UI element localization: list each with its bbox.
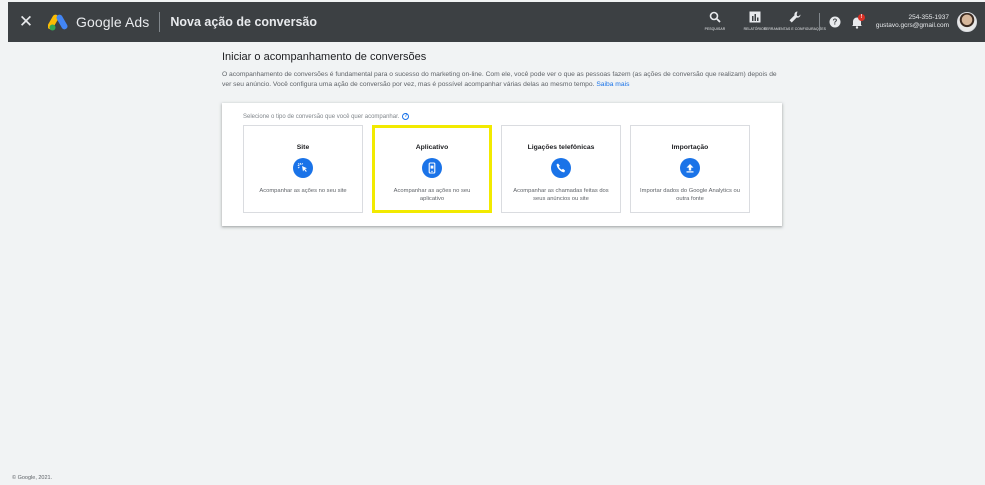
option-website[interactable]: Site Acompanhar as ações no seu site <box>243 125 363 213</box>
divider <box>818 13 820 31</box>
option-description: Importar dados do Google Analytics ou ou… <box>640 188 740 202</box>
phone-icon <box>551 158 571 178</box>
search-tool-label: PESQUISAR <box>704 27 726 31</box>
tools-settings-label: FERRAMENTAS E CONFIGURAÇÕES <box>763 27 827 31</box>
section-description: O acompanhamento de conversões é fundame… <box>222 70 782 89</box>
search-tool-button[interactable]: PESQUISAR <box>695 2 735 42</box>
option-title: Site <box>296 144 310 151</box>
tools-settings-button[interactable]: FERRAMENTAS E CONFIGURAÇÕES <box>764 2 826 42</box>
top-app-bar: ✕ Google Ads Nova ação de conversão PESQ… <box>8 2 985 42</box>
divider <box>159 12 161 32</box>
wrench-icon <box>788 10 802 24</box>
learn-more-link[interactable]: Saiba mais <box>596 81 629 88</box>
help-icon[interactable]: ? <box>824 2 846 42</box>
notification-badge: ! <box>857 14 865 21</box>
option-description: Acompanhar as ações no seu aplicativo <box>393 188 471 202</box>
option-title: Importação <box>671 144 709 151</box>
account-phone: 254-355-1937 <box>908 14 949 21</box>
option-title: Aplicativo <box>415 144 449 151</box>
upload-icon <box>680 158 700 178</box>
option-import[interactable]: Importação Importar dados do Google Anal… <box>630 125 750 213</box>
account-info[interactable]: 254-355-1937 gustavo.gcrs@gmail.com <box>876 14 949 30</box>
page-title: Nova ação de conversão <box>170 15 317 29</box>
mobile-app-icon <box>422 158 442 178</box>
prompt-text: Selecione o tipo de conversão que você q… <box>243 113 400 120</box>
svg-text:?: ? <box>832 18 837 27</box>
option-app[interactable]: Aplicativo Acompanhar as ações no seu ap… <box>372 125 492 213</box>
search-icon <box>709 10 721 24</box>
conversion-type-prompt: Selecione o tipo de conversão que você q… <box>243 113 410 120</box>
account-email: gustavo.gcrs@gmail.com <box>875 22 949 29</box>
bell-icon[interactable]: ! <box>846 2 868 42</box>
option-description: Acompanhar as ações no seu site <box>259 188 347 194</box>
google-ads-logo <box>47 13 68 31</box>
help-icon[interactable]: ? <box>402 113 410 120</box>
reports-tool-label: RELATÓRIOS <box>743 27 767 31</box>
option-description: Acompanhar as chamadas feitas dos seus a… <box>513 188 609 202</box>
option-title: Ligações telefônicas <box>527 144 595 151</box>
description-text: O acompanhamento de conversões é fundame… <box>222 71 777 88</box>
conversion-type-panel: Selecione o tipo de conversão que você q… <box>222 103 782 226</box>
option-phone-calls[interactable]: Ligações telefônicas Acompanhar as chama… <box>501 125 621 213</box>
section-title: Iniciar o acompanhamento de conversões <box>222 51 427 63</box>
avatar[interactable] <box>957 12 977 32</box>
reports-tool-button[interactable]: RELATÓRIOS <box>735 2 775 42</box>
close-icon[interactable]: ✕ <box>14 2 38 42</box>
website-click-icon <box>293 158 313 178</box>
reports-icon <box>749 10 761 24</box>
brand-name: Google Ads <box>76 14 150 30</box>
copyright: © Google, 2021. <box>12 475 53 481</box>
